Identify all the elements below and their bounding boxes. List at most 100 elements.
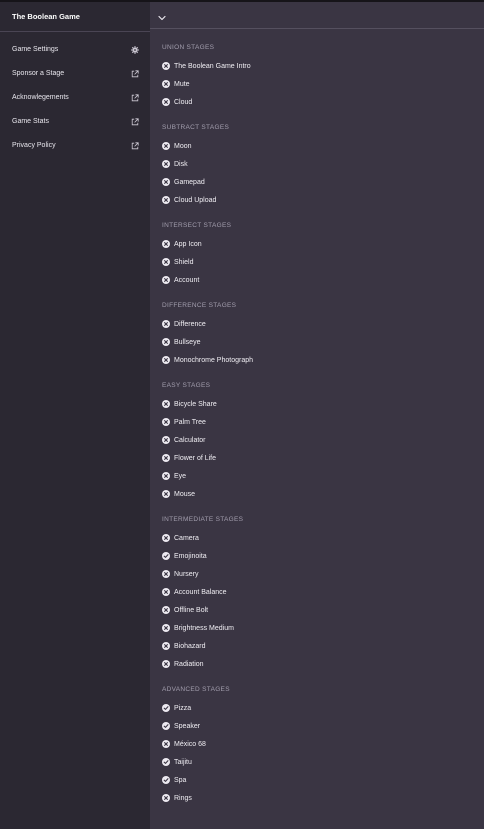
stage-item-spa[interactable]: Spa [162, 771, 484, 789]
stage-label: Offline Bolt [174, 606, 209, 614]
stage-item-rings[interactable]: Rings [162, 789, 484, 807]
stage-label: Spa [174, 776, 187, 784]
stage-item-cloud[interactable]: Cloud [162, 93, 484, 111]
stage-item-moon[interactable]: Moon [162, 137, 484, 155]
chevron-down-icon[interactable] [157, 10, 167, 21]
section-title: INTERSECT STAGES [162, 222, 232, 229]
stage-label: Speaker [174, 722, 201, 730]
check-circle-icon [162, 758, 170, 766]
stage-item-calculator[interactable]: Calculator [162, 431, 484, 449]
stage-section-intersect-stages: INTERSECT STAGES App Icon Shield Account [162, 219, 484, 289]
check-circle-icon [162, 776, 170, 784]
stage-section-subtract-stages: SUBTRACT STAGES Moon Disk Gamepad Cloud Uplo… [162, 121, 484, 209]
stage-item-taijitu[interactable]: Taijitu [162, 753, 484, 771]
stage-sections: UNION STAGES The Boolean Game Intro Mute Cl… [150, 29, 484, 807]
x-circle-icon [162, 258, 170, 266]
stage-section-union-stages: UNION STAGES The Boolean Game Intro Mute Cl… [162, 41, 484, 111]
stage-label: Biohazard [174, 642, 206, 650]
section-title: SUBTRACT STAGES [162, 124, 230, 131]
stage-item-account-balance[interactable]: Account Balance [162, 583, 484, 601]
x-circle-icon [162, 98, 170, 106]
stage-label: Account Balance [174, 588, 227, 596]
stage-label: Mouse [174, 490, 196, 498]
external-link-icon [131, 110, 139, 134]
stage-item-nursery[interactable]: Nursery [162, 565, 484, 583]
stage-item-bullseye[interactable]: Bullseye [162, 333, 484, 351]
stage-item-disk[interactable]: Disk [162, 155, 484, 173]
sidebar-item-label: Game Settings [12, 46, 59, 53]
sidebar-item-label: Sponsor a Stage [12, 70, 65, 77]
stage-item-biohazard[interactable]: Biohazard [162, 637, 484, 655]
x-circle-icon [162, 570, 170, 578]
stage-label: Moon [174, 142, 192, 150]
x-circle-icon [162, 178, 170, 186]
x-circle-icon [162, 490, 170, 498]
stage-item-radiation[interactable]: Radiation [162, 655, 484, 673]
stage-label: Pizza [174, 704, 192, 712]
stage-item-camera[interactable]: Camera [162, 529, 484, 547]
stage-item-app-icon[interactable]: App Icon [162, 235, 484, 253]
external-link-icon [131, 86, 139, 110]
stage-label: Eye [174, 472, 187, 480]
section-title: EASY STAGES [162, 382, 211, 389]
app-title: The Boolean Game [0, 2, 150, 32]
stage-item-pizza[interactable]: Pizza [162, 699, 484, 717]
stage-item-flower-of-life[interactable]: Flower of Life [162, 449, 484, 467]
stage-item-shield[interactable]: Shield [162, 253, 484, 271]
sidebar-item-privacy-policy[interactable]: Privacy Policy [0, 134, 150, 158]
x-circle-icon [162, 588, 170, 596]
stage-section-easy-stages: EASY STAGES Bicycle Share Palm Tree Calcula… [162, 379, 484, 503]
section-title: DIFFERENCE STAGES [162, 302, 237, 309]
section-title: INTERMEDIATE STAGES [162, 516, 244, 523]
x-circle-icon [162, 740, 170, 748]
stage-item-offline-bolt[interactable]: Offline Bolt [162, 601, 484, 619]
stage-label: Camera [174, 534, 199, 542]
stage-section-intermediate-stages: INTERMEDIATE STAGES Camera Emojinoita Nurse… [162, 513, 484, 673]
stage-label: Shield [174, 258, 194, 266]
sidebar-item-acknowlegements[interactable]: Acknowlegements [0, 86, 150, 110]
sidebar-item-label: Privacy Policy [12, 142, 56, 149]
stage-label: Palm Tree [174, 418, 206, 426]
stage-item-eye[interactable]: Eye [162, 467, 484, 485]
x-circle-icon [162, 534, 170, 542]
stage-item-palm-tree[interactable]: Palm Tree [162, 413, 484, 431]
stage-item-monochrome-photograph[interactable]: Monochrome Photograph [162, 351, 484, 369]
stage-item-emojinoita[interactable]: Emojinoita [162, 547, 484, 565]
stage-label: Cloud [174, 98, 193, 106]
stage-item-gamepad[interactable]: Gamepad [162, 173, 484, 191]
x-circle-icon [162, 320, 170, 328]
sidebar-item-sponsor-a-stage[interactable]: Sponsor a Stage [0, 62, 150, 86]
check-circle-icon [162, 722, 170, 730]
stage-item-bicycle-share[interactable]: Bicycle Share [162, 395, 484, 413]
x-circle-icon [162, 276, 170, 284]
check-circle-icon [162, 704, 170, 712]
x-circle-icon [162, 642, 170, 650]
stage-label: Disk [174, 160, 188, 168]
external-link-icon [131, 134, 139, 158]
x-circle-icon [162, 794, 170, 802]
x-circle-icon [162, 400, 170, 408]
stage-label: Radiation [174, 660, 204, 668]
stage-item-speaker[interactable]: Speaker [162, 717, 484, 735]
stage-item-cloud-upload[interactable]: Cloud Upload [162, 191, 484, 209]
x-circle-icon [162, 240, 170, 248]
x-circle-icon [162, 62, 170, 70]
stage-item-mexico-68[interactable]: México 68 [162, 735, 484, 753]
stage-item-the-boolean-game-intro[interactable]: The Boolean Game Intro [162, 57, 484, 75]
x-circle-icon [162, 338, 170, 346]
stage-item-brightness-medium[interactable]: Brightness Medium [162, 619, 484, 637]
stage-label: Flower of Life [174, 454, 217, 462]
x-circle-icon [162, 660, 170, 668]
x-circle-icon [162, 356, 170, 364]
x-circle-icon [162, 606, 170, 614]
stage-item-account[interactable]: Account [162, 271, 484, 289]
stage-label: Rings [174, 794, 192, 802]
stage-item-difference[interactable]: Difference [162, 315, 484, 333]
external-link-icon [131, 62, 139, 86]
sidebar-item-game-stats[interactable]: Game Stats [0, 110, 150, 134]
stage-section-advanced-stages: ADVANCED STAGES Pizza Speaker México 68 Taij… [162, 683, 484, 807]
sidebar-item-game-settings[interactable]: Game Settings [0, 38, 150, 62]
stage-item-mouse[interactable]: Mouse [162, 485, 484, 503]
stage-label: Brightness Medium [174, 624, 234, 632]
stage-item-mute[interactable]: Mute [162, 75, 484, 93]
